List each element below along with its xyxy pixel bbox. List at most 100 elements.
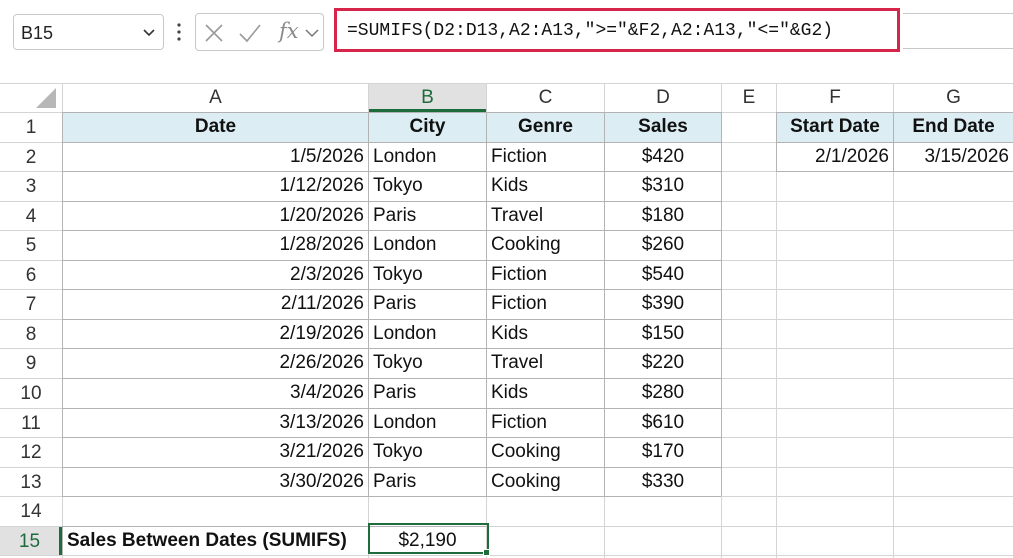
date-cell[interactable]: 1/12/2026 [63,171,368,201]
worksheet-grid: A B C D E F G 1 2 3 4 5 6 7 8 9 10 11 12 13 14 15 Date City Genr… [0,0,1013,558]
genre-cell[interactable]: Fiction [487,260,604,290]
city-cell[interactable]: Tokyo [369,171,486,201]
formula-buttons: fx [195,13,324,51]
genre-cell[interactable]: Cooking [487,230,604,260]
row-header-11[interactable]: 11 [0,409,62,438]
row-header-1[interactable]: 1 [0,113,62,142]
table-header-city[interactable]: City [369,112,486,142]
sales-cell[interactable]: $170 [605,437,721,467]
genre-cell[interactable]: Travel [487,201,604,231]
column-header-a[interactable]: A [63,84,368,112]
criteria-border [776,171,1013,172]
start-date-header[interactable]: Start Date [777,112,893,142]
table-border [62,496,721,497]
select-all-triangle-icon[interactable] [0,83,62,112]
column-header-f[interactable]: F [777,84,893,112]
formula-input-extension[interactable] [903,13,1013,49]
enter-check-icon[interactable] [238,23,262,43]
date-cell[interactable]: 2/3/2026 [63,260,368,290]
date-cell[interactable]: 3/21/2026 [63,437,368,467]
genre-cell[interactable]: Fiction [487,142,604,172]
date-cell[interactable]: 2/11/2026 [63,289,368,319]
genre-cell[interactable]: Cooking [487,437,604,467]
city-cell[interactable]: London [369,408,486,438]
formula-text: =SUMIFS(D2:D13,A2:A13,">="&F2,A2:A13,"<=… [347,21,834,41]
gridline [0,496,1013,497]
city-cell[interactable]: Paris [369,201,486,231]
genre-cell[interactable]: Fiction [487,289,604,319]
column-header-d[interactable]: D [605,84,721,112]
city-cell[interactable]: London [369,319,486,349]
table-header-date[interactable]: Date [63,112,368,142]
chevron-down-icon[interactable] [304,26,320,40]
genre-cell[interactable]: Cooking [487,467,604,497]
row-header-15[interactable]: 15 [0,526,62,556]
result-value-cell[interactable]: $2,190 [369,526,486,556]
select-all-corner[interactable] [0,83,62,112]
name-box[interactable]: B15 [13,14,164,50]
row-header-13[interactable]: 13 [0,468,62,497]
start-date-value[interactable]: 2/1/2026 [777,142,893,172]
row-header-4[interactable]: 4 [0,202,62,231]
date-cell[interactable]: 2/26/2026 [63,348,368,378]
column-header-c[interactable]: C [487,84,604,112]
sales-cell[interactable]: $280 [605,378,721,408]
sales-cell[interactable]: $390 [605,289,721,319]
sales-cell[interactable]: $610 [605,408,721,438]
gridline [721,83,722,558]
sales-cell[interactable]: $220 [605,348,721,378]
row-header-10[interactable]: 10 [0,379,62,408]
row-header-3[interactable]: 3 [0,172,62,201]
city-cell[interactable]: London [369,142,486,172]
row-header-8[interactable]: 8 [0,320,62,349]
row-header-9[interactable]: 9 [0,349,62,378]
end-date-value[interactable]: 3/15/2026 [894,142,1013,172]
row-header-5[interactable]: 5 [0,231,62,260]
sales-cell[interactable]: $420 [605,142,721,172]
city-cell[interactable]: Tokyo [369,260,486,290]
date-cell[interactable]: 1/20/2026 [63,201,368,231]
genre-cell[interactable]: Kids [487,171,604,201]
column-header-e[interactable]: E [722,84,776,112]
table-header-sales[interactable]: Sales [605,112,721,142]
genre-cell[interactable]: Travel [487,348,604,378]
sales-cell[interactable]: $260 [605,230,721,260]
genre-cell[interactable]: Kids [487,378,604,408]
date-cell[interactable]: 2/19/2026 [63,319,368,349]
date-cell[interactable]: 3/30/2026 [63,467,368,497]
row-header-7[interactable]: 7 [0,290,62,319]
row-header-2[interactable]: 2 [0,143,62,172]
row-header-6[interactable]: 6 [0,261,62,290]
formula-input[interactable]: =SUMIFS(D2:D13,A2:A13,">="&F2,A2:A13,"<=… [334,8,900,52]
formula-bar-area: B15 fx =SUMIFS(D2:D13,A2:A13,">="&F2,A2:… [0,0,1013,64]
city-cell[interactable]: London [369,230,486,260]
table-header-genre[interactable]: Genre [487,112,604,142]
sales-cell[interactable]: $540 [605,260,721,290]
city-cell[interactable]: Paris [369,289,486,319]
city-cell[interactable]: Paris [369,378,486,408]
sales-cell[interactable]: $330 [605,467,721,497]
sales-cell[interactable]: $310 [605,171,721,201]
more-options-icon[interactable] [176,22,182,42]
date-cell[interactable]: 3/13/2026 [63,408,368,438]
row-header-12[interactable]: 12 [0,438,62,467]
insert-function-icon[interactable]: fx [279,19,299,43]
row-header-14[interactable]: 14 [0,497,62,526]
date-cell[interactable]: 1/28/2026 [63,230,368,260]
city-cell[interactable]: Tokyo [369,437,486,467]
chevron-down-icon[interactable] [141,24,157,40]
sales-cell[interactable]: $180 [605,201,721,231]
column-header-g[interactable]: G [894,84,1013,112]
column-header-b[interactable]: B [369,84,486,112]
table-border [721,112,722,496]
city-cell[interactable]: Paris [369,467,486,497]
date-cell[interactable]: 3/4/2026 [63,378,368,408]
result-label[interactable]: Sales Between Dates (SUMIFS) [63,526,368,556]
genre-cell[interactable]: Fiction [487,408,604,438]
sales-cell[interactable]: $150 [605,319,721,349]
date-cell[interactable]: 1/5/2026 [63,142,368,172]
city-cell[interactable]: Tokyo [369,348,486,378]
genre-cell[interactable]: Kids [487,319,604,349]
end-date-header[interactable]: End Date [894,112,1013,142]
cancel-icon[interactable] [204,23,224,43]
